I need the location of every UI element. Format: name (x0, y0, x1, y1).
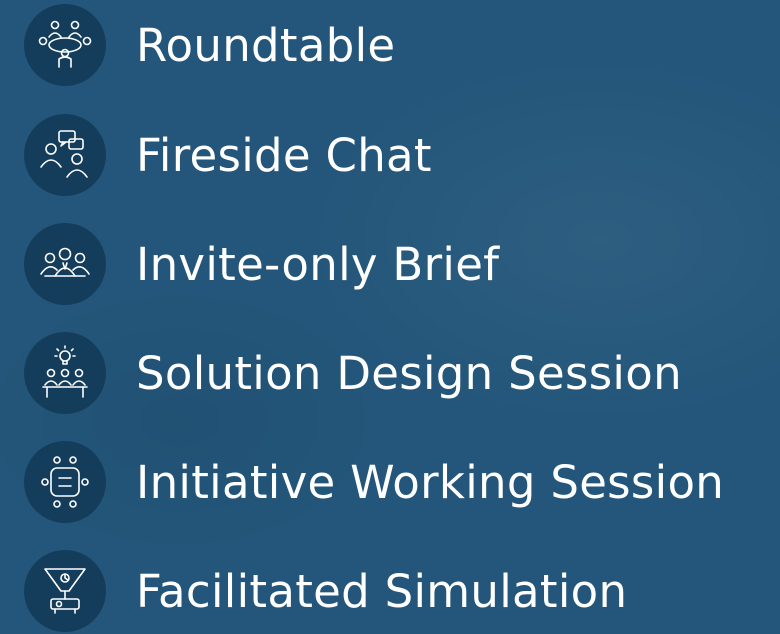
working-table-icon (24, 441, 106, 523)
simulation-projector-icon (24, 550, 106, 632)
roundtable-icon (24, 4, 106, 86)
list-item-initiative-working-session: Initiative Working Session (24, 439, 724, 525)
list-item-solution-design-session: Solution Design Session (24, 330, 682, 416)
item-label: Invite-only Brief (136, 237, 500, 291)
item-label: Facilitated Simulation (136, 564, 628, 618)
item-label: Roundtable (136, 18, 396, 72)
list-item-facilitated-simulation: Facilitated Simulation (24, 548, 627, 634)
lightbulb-team-icon (24, 332, 106, 414)
session-format-list: Roundtable Fireside Chat Invite-only Bri… (0, 0, 780, 632)
list-item-roundtable: Roundtable (24, 2, 395, 88)
list-item-fireside-chat: Fireside Chat (24, 112, 432, 198)
item-label: Fireside Chat (136, 128, 432, 182)
item-label: Initiative Working Session (136, 455, 725, 509)
item-label: Solution Design Session (136, 346, 682, 400)
group-brief-icon (24, 223, 106, 305)
fireside-chat-icon (24, 114, 106, 196)
list-item-invite-only-brief: Invite-only Brief (24, 221, 499, 307)
